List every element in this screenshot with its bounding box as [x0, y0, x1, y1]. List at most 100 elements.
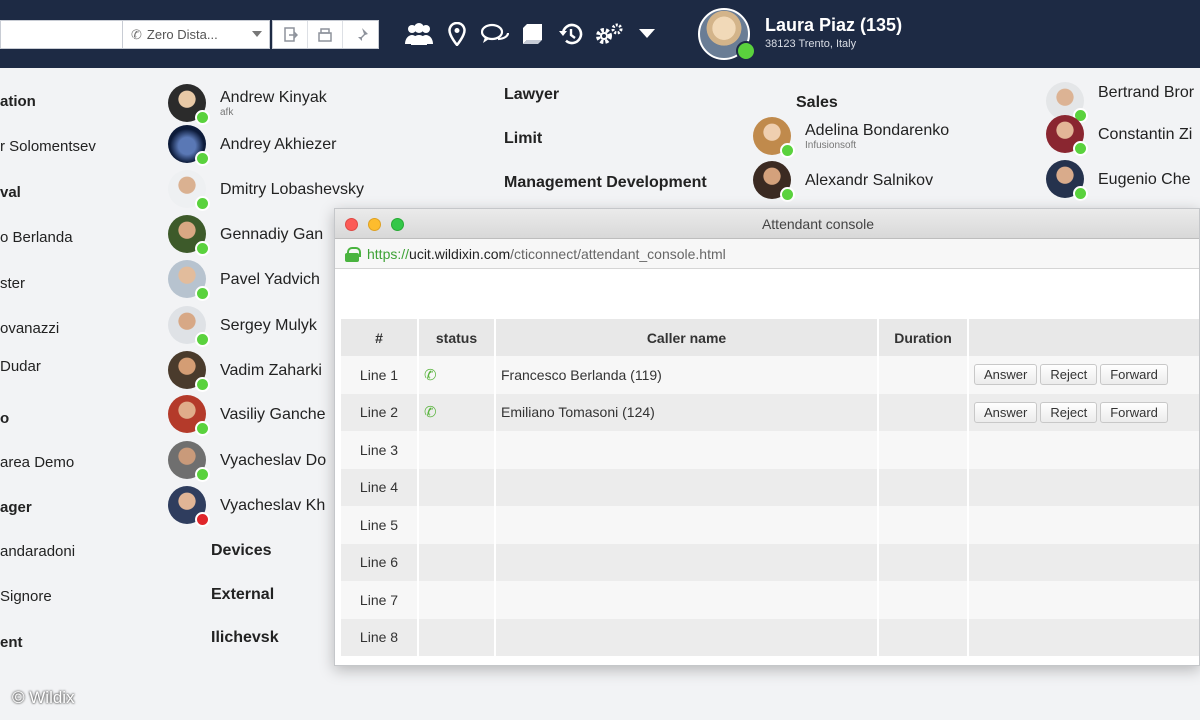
- table-row: Line 7: [341, 581, 1199, 619]
- contact-status-text: afk: [220, 106, 234, 118]
- avatar: [168, 125, 210, 166]
- group-label[interactable]: Lawyer: [504, 86, 559, 104]
- top-bar: ✆ Zero Dista... Laura Piaz (135) 38123 T…: [0, 0, 1200, 68]
- line-actions: [968, 618, 1199, 656]
- call-duration: [878, 543, 969, 581]
- status-online-icon: [195, 286, 210, 301]
- device-select[interactable]: ✆ Zero Dista...: [122, 20, 270, 49]
- history-nav[interactable]: [552, 14, 590, 54]
- avatar: [1046, 115, 1088, 156]
- settings-nav[interactable]: [590, 14, 628, 54]
- contact-item[interactable]: ster: [0, 275, 25, 292]
- contact-item[interactable]: Eugenio Che: [1046, 158, 1191, 201]
- avatar: [168, 351, 210, 392]
- address-bar[interactable]: https://ucit.wildixin.com/cticonnect/att…: [335, 239, 1199, 269]
- line-number: Line 1: [341, 356, 419, 394]
- group-item[interactable]: o: [0, 410, 9, 427]
- caller-name: [495, 506, 879, 544]
- contact-item[interactable]: Sergey Mulyk: [168, 304, 317, 347]
- transfer-button[interactable]: [273, 21, 308, 48]
- status-online-icon: [780, 143, 795, 158]
- line-actions: [968, 431, 1199, 469]
- avatar: [168, 170, 210, 211]
- contact-item[interactable]: Vadim Zaharki: [168, 349, 322, 392]
- contact-item[interactable]: Adelina Bondarenko Infusionsoft: [753, 115, 950, 158]
- contact-item[interactable]: Andrew Kinyak afk: [168, 82, 327, 125]
- contact-name: Andrey Akhiezer: [220, 135, 337, 153]
- line-status: [418, 506, 496, 544]
- attendant-console-window: Attendant console https://ucit.wildixin.…: [334, 208, 1200, 666]
- forward-button[interactable]: Forward: [1100, 401, 1168, 423]
- window-titlebar[interactable]: Attendant console: [335, 209, 1199, 239]
- answer-button[interactable]: Answer: [974, 364, 1038, 386]
- group-item[interactable]: val: [0, 184, 21, 201]
- contact-item[interactable]: Dmitry Lobashevsky: [168, 168, 364, 211]
- lines-table: # status Caller name Duration Line 1 ✆ F…: [341, 319, 1199, 656]
- contact-item[interactable]: Alexandr Salnikov: [753, 159, 933, 202]
- contact-item[interactable]: Pavel Yadvich: [168, 258, 320, 301]
- colleagues-nav[interactable]: [400, 14, 438, 54]
- image-credit: © Wildix: [12, 688, 75, 707]
- pin-button[interactable]: [343, 21, 378, 48]
- contact-item[interactable]: r Solomentsev: [0, 138, 96, 155]
- contact-item[interactable]: Vasiliy Ganche: [168, 393, 326, 436]
- status-online-icon: [1073, 141, 1088, 156]
- contact-item[interactable]: Andrey Akhiezer: [168, 123, 337, 166]
- avatar: [168, 215, 210, 256]
- search-input[interactable]: [0, 20, 122, 49]
- contact-item[interactable]: Vyacheslav Kh: [168, 484, 325, 527]
- table-row: Line 1 ✆ Francesco Berlanda (119) Answer…: [341, 356, 1199, 394]
- gear-icon: [596, 23, 623, 44]
- group-label[interactable]: Limit: [504, 130, 542, 148]
- avatar: [753, 161, 795, 202]
- avatar: [168, 395, 210, 436]
- line-status: [418, 468, 496, 506]
- map-pin-icon: [448, 22, 466, 46]
- reject-button[interactable]: Reject: [1040, 401, 1098, 423]
- phonebook-nav[interactable]: [514, 14, 552, 54]
- contact-item[interactable]: Signore: [0, 588, 52, 605]
- avatar: [168, 84, 210, 125]
- reject-button[interactable]: Reject: [1040, 364, 1098, 386]
- location-nav[interactable]: [438, 14, 476, 54]
- status-online-icon: [195, 377, 210, 392]
- contact-item[interactable]: Vyacheslav Do: [168, 439, 326, 482]
- fax-button[interactable]: [308, 21, 343, 48]
- contact-item[interactable]: area Demo: [0, 454, 74, 471]
- column-header-number: #: [341, 319, 419, 356]
- contact-item[interactable]: Dudar: [0, 358, 41, 375]
- user-status-indicator[interactable]: [736, 41, 756, 61]
- caller-name: Francesco Berlanda (119): [495, 356, 879, 394]
- status-online-icon: [780, 187, 795, 202]
- contact-item[interactable]: Constantin Zi: [1046, 113, 1192, 156]
- group-item[interactable]: ation: [0, 93, 36, 110]
- group-label[interactable]: Devices: [211, 542, 272, 560]
- answer-button[interactable]: Answer: [974, 401, 1038, 423]
- line-number: Line 8: [341, 618, 419, 656]
- contact-item[interactable]: andaradoni: [0, 543, 75, 560]
- more-nav[interactable]: [628, 14, 666, 54]
- device-select-label: Zero Dista...: [146, 27, 218, 42]
- group-label[interactable]: External: [211, 586, 274, 604]
- group-label[interactable]: Management Development: [504, 174, 707, 192]
- group-label-sales[interactable]: Sales: [796, 94, 838, 112]
- line-actions: Answer Reject Forward: [968, 356, 1199, 394]
- forward-button[interactable]: Forward: [1100, 364, 1168, 386]
- contact-item[interactable]: o Berlanda: [0, 229, 73, 246]
- table-header: # status Caller name Duration: [341, 319, 1199, 356]
- line-actions: [968, 468, 1199, 506]
- contact-name: Eugenio Che: [1098, 170, 1191, 188]
- fax-icon: [318, 27, 332, 42]
- chat-nav[interactable]: [476, 14, 514, 54]
- line-number: Line 7: [341, 581, 419, 619]
- group-item[interactable]: ent: [0, 634, 23, 651]
- user-name: Laura Piaz (135): [765, 15, 903, 35]
- group-label[interactable]: Ilichevsk: [211, 629, 279, 647]
- contact-name: Adelina Bondarenko: [805, 121, 950, 139]
- contact-name: Gennadiy Gan: [220, 225, 324, 243]
- contact-item[interactable]: ovanazzi: [0, 320, 59, 337]
- table-row: Line 4: [341, 468, 1199, 506]
- contact-item[interactable]: Gennadiy Gan: [168, 213, 324, 256]
- group-item[interactable]: ager: [0, 499, 32, 516]
- avatar: [168, 260, 210, 301]
